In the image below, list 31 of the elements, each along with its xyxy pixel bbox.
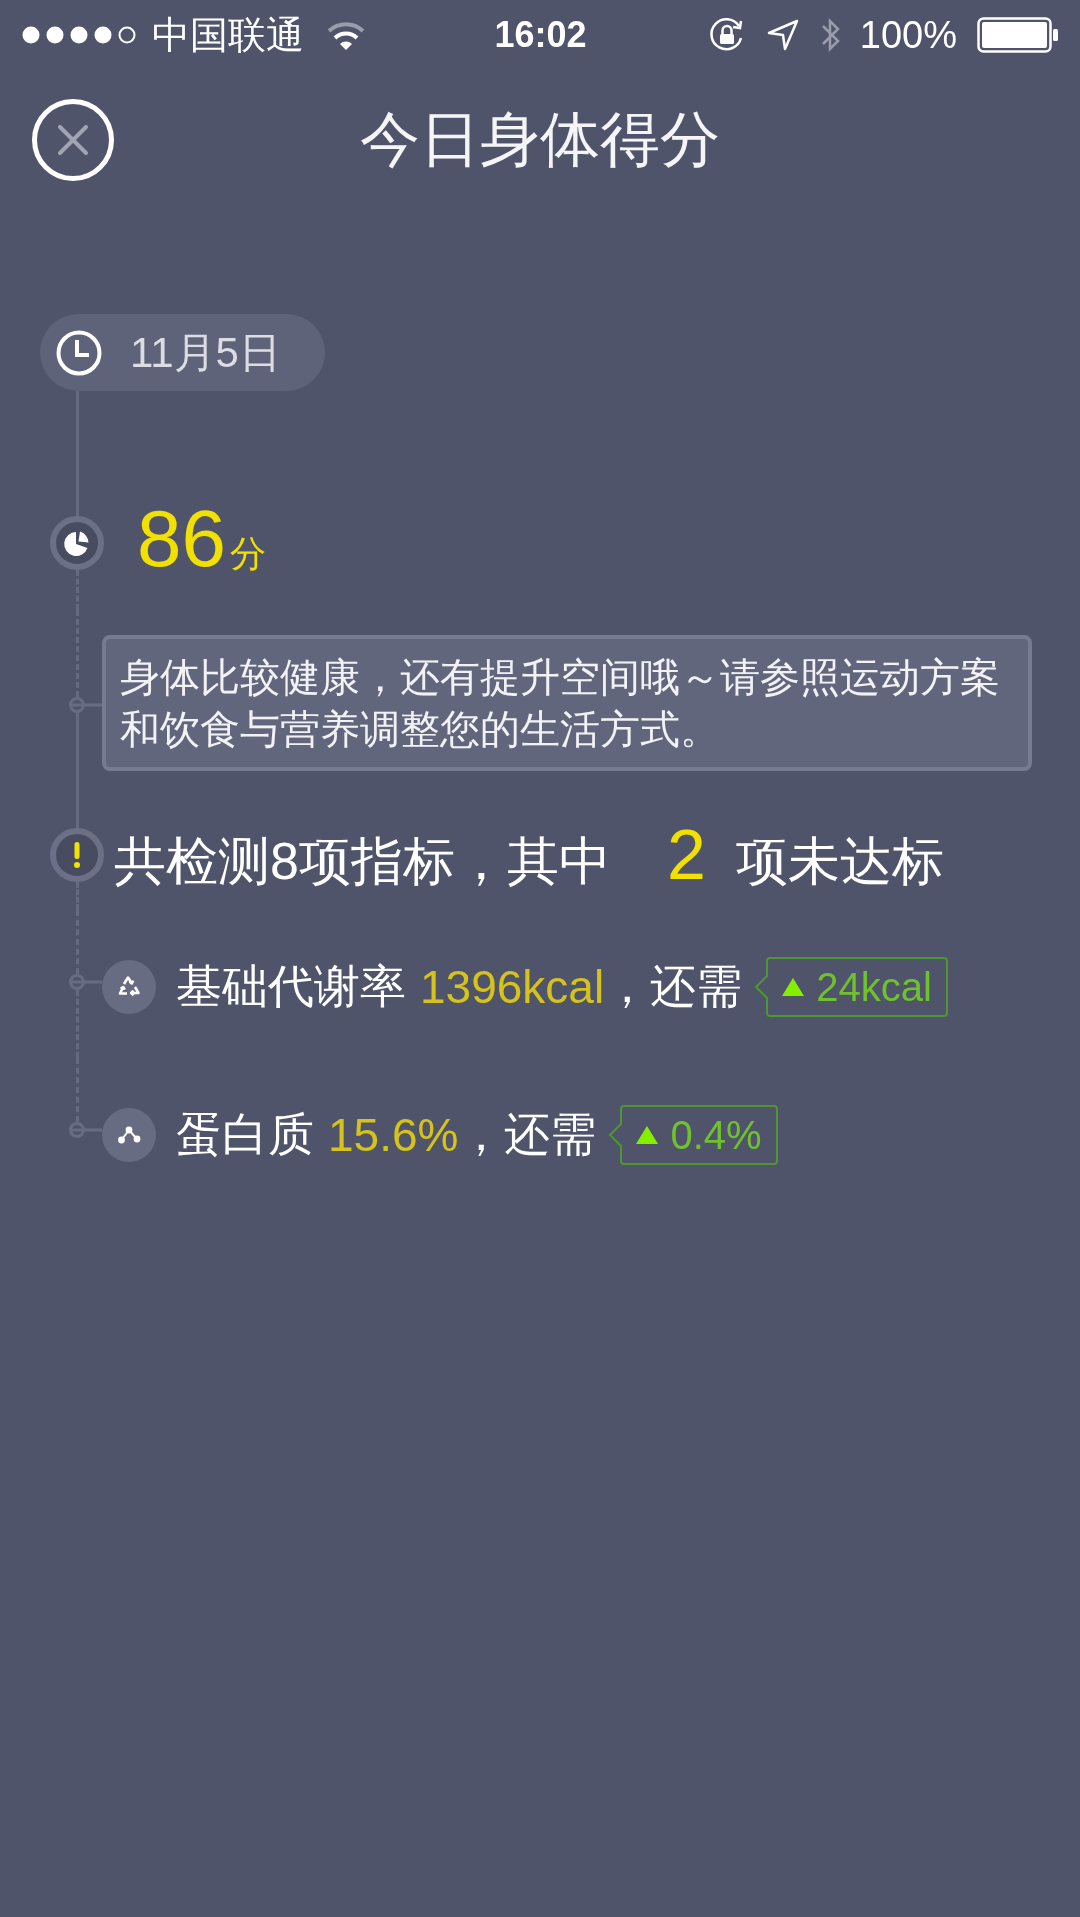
carrier-name: 中国联通 [152, 12, 304, 58]
close-icon[interactable] [58, 125, 88, 155]
recycle-icon [102, 960, 156, 1014]
signal-icon [22, 26, 136, 44]
page-title: 今日身体得分 [360, 104, 720, 175]
summary-text: 项未达标 [735, 831, 944, 892]
need-amount: 24kcal [816, 964, 932, 1010]
battery-percent: 100% [859, 13, 957, 57]
summary-text: 共检测8项指标，其中 [114, 831, 611, 892]
indicator-value: 15.6% [328, 1108, 459, 1162]
connected-dots-icon [102, 1108, 156, 1162]
score-value: 86 [137, 499, 226, 579]
bluetooth-icon [819, 16, 842, 54]
failed-count: 2 [666, 820, 706, 890]
battery-icon [977, 17, 1059, 53]
score-unit: 分 [230, 532, 266, 576]
indicator-name: 蛋白质 [176, 1107, 314, 1162]
clock-icon [56, 329, 102, 376]
wifi-icon [326, 20, 366, 50]
need-label: ，还需 [604, 959, 743, 1014]
comment-text: 身体比较健康，还有提升空间哦～请参照运动方案和饮食与营养调整您的生活方式。 [120, 654, 1001, 753]
indicator-name: 基础代谢率 [176, 959, 406, 1014]
up-triangle-icon [636, 1126, 659, 1144]
need-label: ，还需 [458, 1107, 597, 1162]
close-button[interactable] [32, 99, 114, 181]
up-triangle-icon [782, 978, 805, 996]
need-amount: 0.4% [670, 1112, 762, 1158]
location-arrow-icon [765, 18, 800, 52]
status-time: 16:02 [494, 14, 587, 56]
date-text: 11月5日 [130, 327, 281, 378]
indicator-value: 1396kcal [420, 960, 605, 1014]
